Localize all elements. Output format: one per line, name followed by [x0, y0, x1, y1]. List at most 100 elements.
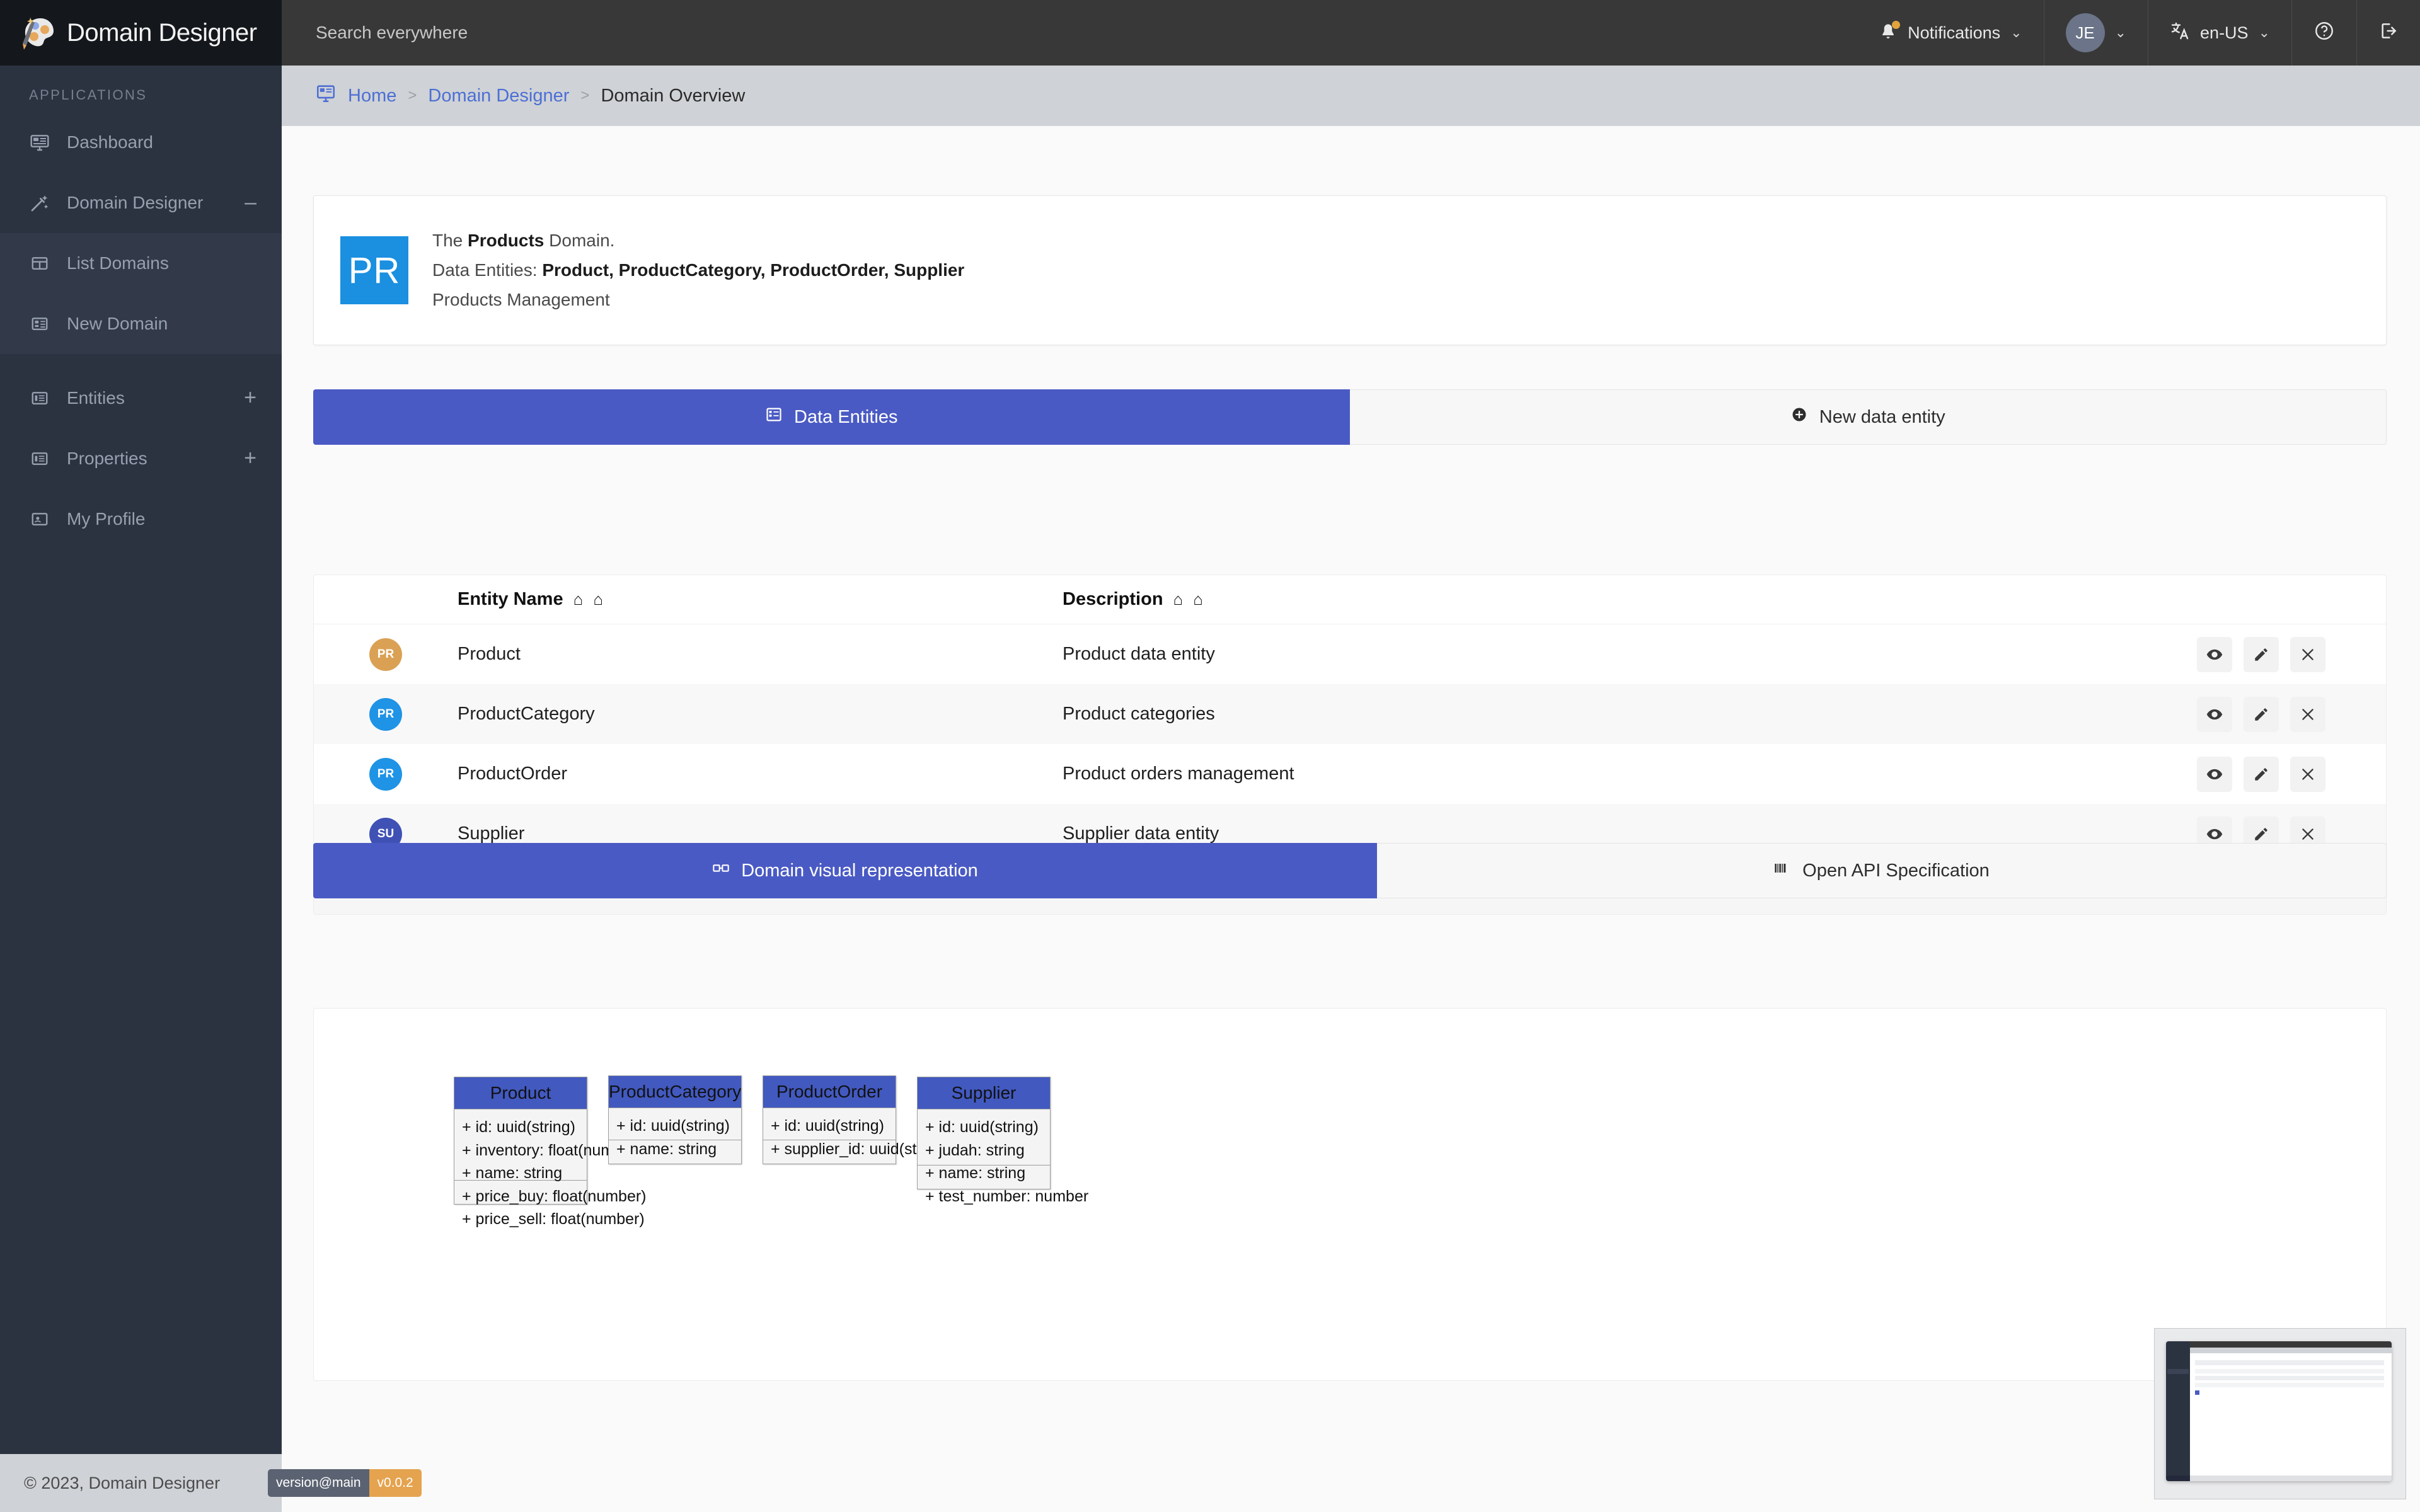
- breadcrumb-item-home[interactable]: Home: [348, 86, 396, 106]
- delete-entity-button[interactable]: [2290, 637, 2325, 672]
- entity-name-cell: Supplier: [458, 823, 1063, 844]
- uml-attribute: + test_number: number: [925, 1185, 1042, 1208]
- entity-name-cell: Product: [458, 644, 1063, 665]
- view-entity-button[interactable]: [2197, 637, 2232, 672]
- user-menu-button[interactable]: JE ⌄: [2044, 0, 2148, 66]
- sidebar-item-label: Properties: [67, 449, 228, 469]
- sort-icon[interactable]: ⌂: [573, 590, 584, 609]
- column-header-label: Description: [1063, 589, 1163, 610]
- uml-class-product[interactable]: Product + id: uuid(string) + inventory: …: [454, 1077, 587, 1205]
- column-header-label: Entity Name: [458, 589, 563, 610]
- thumb-topbar: [2190, 1341, 2392, 1348]
- main-content: PR The Products Domain. Data Entities: P…: [282, 126, 2420, 1454]
- uml-attributes: + id: uuid(string) + inventory: float(nu…: [454, 1109, 587, 1180]
- app-logo-bar[interactable]: Domain Designer: [0, 0, 282, 66]
- thumb-footer: [2166, 1475, 2392, 1481]
- uml-attribute: + price_buy: float(number): [462, 1185, 579, 1208]
- version-label: version@main: [268, 1469, 369, 1497]
- sidebar-item-my-profile[interactable]: My Profile: [0, 489, 282, 549]
- domain-badge: PR: [340, 236, 408, 304]
- footer: © 2023, Domain Designer version@main v0.…: [0, 1454, 2420, 1512]
- breadcrumb-item-domain-designer[interactable]: Domain Designer: [428, 86, 569, 106]
- table-row[interactable]: PR Product Product data entity: [314, 624, 2386, 684]
- uml-attribute: + id: uuid(string): [616, 1114, 734, 1138]
- tab-data-entities[interactable]: Data Entities: [313, 389, 1350, 445]
- sidebar-item-label: My Profile: [67, 509, 240, 529]
- tab-domain-visual-representation[interactable]: Domain visual representation: [313, 843, 1377, 898]
- app-root: Domain Designer APPLICATIONS Dashboard: [0, 0, 2420, 1512]
- sidebar-item-dashboard[interactable]: Dashboard: [0, 112, 282, 173]
- thumb-nav-active: [2167, 1369, 2189, 1374]
- sidebar-add-property-button[interactable]: +: [244, 451, 256, 466]
- uml-attributes: + id: uuid(string) + judah: string + nam…: [918, 1109, 1050, 1165]
- dashboard-icon: [29, 132, 50, 153]
- sidebar-item-label: Domain Designer: [67, 193, 228, 213]
- sidebar-item-list-domains[interactable]: List Domains: [0, 233, 282, 294]
- domain-title-line: The Products Domain.: [432, 231, 964, 251]
- tab-new-data-entity[interactable]: New data entity: [1350, 389, 2387, 445]
- uml-attribute: + price_sell: float(number): [462, 1208, 579, 1231]
- plus-circle-icon: [1790, 406, 1808, 428]
- sidebar-section-title: APPLICATIONS: [0, 66, 282, 112]
- topbar: Search everywhere Notifications ⌄ JE ⌄: [282, 0, 2420, 66]
- entity-avatar: PR: [369, 638, 402, 671]
- sidebar-item-entities[interactable]: Entities +: [0, 368, 282, 428]
- search-input[interactable]: Search everywhere: [282, 23, 1857, 43]
- version-badge: version@main v0.0.2: [268, 1469, 422, 1497]
- sidebar-item-label: New Domain: [67, 314, 240, 334]
- table-row[interactable]: PR ProductCategory Product categories: [314, 684, 2386, 744]
- table-header-row: Entity Name ⌂ ⌂ Description ⌂ ⌂: [314, 575, 2386, 624]
- notification-badge: [1892, 21, 1900, 29]
- entity-name-cell: ProductOrder: [458, 764, 1063, 784]
- sidebar-item-new-domain[interactable]: New Domain: [0, 294, 282, 354]
- sort-icon[interactable]: ⌂: [1173, 590, 1184, 609]
- sidebar-item-properties[interactable]: Properties +: [0, 428, 282, 489]
- domain-info-card: PR The Products Domain. Data Entities: P…: [313, 195, 2387, 345]
- domain-name: Products: [468, 231, 544, 250]
- thumbnail-image: [2166, 1341, 2392, 1481]
- sidebar-item-label: Dashboard: [67, 132, 240, 152]
- sidebar-collapse-toggle[interactable]: –: [245, 195, 256, 210]
- help-button[interactable]: [2291, 0, 2356, 66]
- avatar: JE: [2066, 13, 2105, 52]
- edit-entity-button[interactable]: [2244, 757, 2279, 792]
- sidebar-add-entity-button[interactable]: +: [244, 391, 256, 406]
- uml-class-productorder[interactable]: ProductOrder + id: uuid(string) + suppli…: [763, 1075, 896, 1164]
- entity-avatar: PR: [369, 758, 402, 791]
- uml-class-productcategory[interactable]: ProductCategory + id: uuid(string) + nam…: [608, 1075, 742, 1164]
- tab-open-api-specification[interactable]: Open API Specification: [1377, 843, 2387, 898]
- sidebar-item-label: Entities: [67, 388, 228, 408]
- tab-label: Data Entities: [794, 407, 897, 428]
- sidebar-item-domain-designer[interactable]: Domain Designer –: [0, 173, 282, 233]
- breadcrumb-item-current: Domain Overview: [601, 86, 745, 106]
- thumb-sidebar: [2166, 1341, 2190, 1481]
- table-row[interactable]: PR ProductOrder Product orders managemen…: [314, 744, 2386, 804]
- bell-icon: [1879, 22, 1898, 43]
- view-entity-button[interactable]: [2197, 697, 2232, 732]
- entity-name-cell: ProductCategory: [458, 704, 1063, 724]
- sort-icon[interactable]: ⌂: [1193, 590, 1203, 609]
- edit-entity-button[interactable]: [2244, 697, 2279, 732]
- uml-attributes: + id: uuid(string) + supplier_id: uuid(s…: [763, 1108, 896, 1140]
- uml-attribute: + id: uuid(string): [462, 1116, 579, 1139]
- logout-icon: [2378, 21, 2399, 45]
- view-entity-button[interactable]: [2197, 757, 2232, 792]
- sidebar: Domain Designer APPLICATIONS Dashboard: [0, 0, 282, 1512]
- domain-entities-values: Product, ProductCategory, ProductOrder, …: [542, 260, 964, 280]
- screenshot-thumbnail-preview[interactable]: [2154, 1328, 2406, 1499]
- footer-copyright-area: © 2023, Domain Designer: [0, 1454, 282, 1512]
- entity-tabs: Data Entities New data entity: [313, 389, 2387, 445]
- uml-attribute: + name: string: [462, 1162, 579, 1185]
- delete-entity-button[interactable]: [2290, 757, 2325, 792]
- language-selector[interactable]: en-US ⌄: [2148, 0, 2291, 66]
- edit-entity-button[interactable]: [2244, 637, 2279, 672]
- notifications-button[interactable]: Notifications ⌄: [1857, 0, 2044, 66]
- version-value: v0.0.2: [369, 1469, 422, 1497]
- uml-attribute: + inventory: float(number): [462, 1139, 579, 1162]
- sort-icon[interactable]: ⌂: [593, 590, 603, 609]
- uml-attribute: + judah: string: [925, 1139, 1042, 1162]
- logout-button[interactable]: [2356, 0, 2420, 66]
- delete-entity-button[interactable]: [2290, 697, 2325, 732]
- uml-class-supplier[interactable]: Supplier + id: uuid(string) + judah: str…: [917, 1077, 1051, 1189]
- domain-entities-label: Data Entities:: [432, 260, 542, 280]
